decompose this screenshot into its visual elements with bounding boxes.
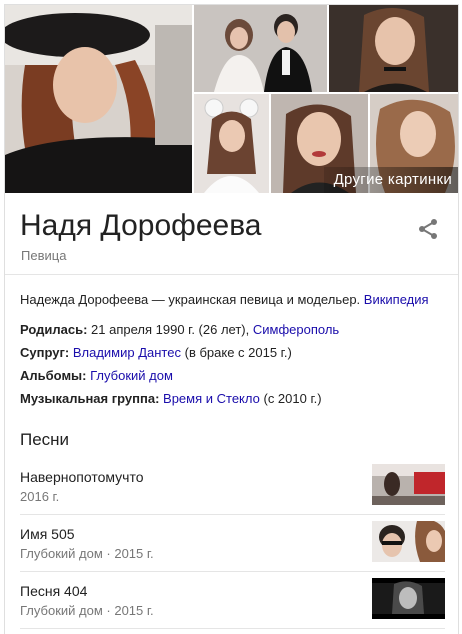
fact-label: Супруг:	[20, 345, 70, 360]
share-icon[interactable]	[416, 217, 440, 241]
album-link[interactable]: Глубокий дом	[90, 368, 173, 383]
song-item[interactable]: Имя 505 Глубокий дом · 2015 г.	[5, 515, 458, 572]
birthplace-link[interactable]: Симферополь	[253, 322, 339, 337]
fact-born: Родилась: 21 апреля 1990 г. (26 лет), Си…	[20, 318, 450, 341]
fact-value: (в браке с 2015 г.)	[184, 345, 292, 360]
song-meta: Глубокий дом · 2015 г.	[20, 603, 154, 618]
song-item[interactable]: Навернопотомучто 2016 г.	[5, 458, 458, 515]
fact-label: Альбомы:	[20, 368, 87, 383]
song-meta: Глубокий дом · 2015 г.	[20, 546, 154, 561]
songs-list: Навернопотомучто 2016 г. Имя 505 Глубоки…	[5, 458, 458, 629]
group-link[interactable]: Время и Стекло	[163, 391, 260, 406]
wikipedia-link[interactable]: Википедия	[364, 292, 429, 307]
photo-mouse-ears[interactable]	[194, 94, 269, 193]
image-mosaic: Другие картинки	[5, 5, 458, 193]
fact-group: Музыкальная группа: Время и Стекло (с 20…	[20, 387, 450, 410]
song-meta: 2016 г.	[20, 489, 60, 504]
song-thumbnail[interactable]	[372, 464, 445, 505]
songs-heading: Песни	[20, 430, 70, 449]
fact-spouse: Супруг: Владимир Дантес (в браке с 2015 …	[20, 341, 450, 364]
page-title: Надя Дорофеева	[20, 209, 262, 242]
photo-main[interactable]	[5, 5, 192, 193]
facts-list: Родилась: 21 апреля 1990 г. (26 лет), Си…	[20, 318, 450, 410]
panel-header: Надя Дорофеева Певица	[5, 193, 458, 275]
song-name: Навернопотомучто	[20, 469, 144, 485]
fact-value: (с 2010 г.)	[263, 391, 322, 406]
song-thumbnail[interactable]	[372, 578, 445, 619]
more-images-link[interactable]: Другие картинки	[323, 167, 458, 193]
fact-label: Родилась:	[20, 322, 88, 337]
entity-subtitle: Певица	[21, 248, 67, 263]
knowledge-panel: Другие картинки Надя Дорофеева Певица На…	[4, 4, 459, 634]
description: Надежда Дорофеева — украинская певица и …	[20, 291, 450, 309]
fact-albums: Альбомы: Глубокий дом	[20, 364, 450, 387]
song-thumbnail[interactable]	[372, 521, 445, 562]
song-name: Песня 404	[20, 583, 88, 599]
photo-wedding[interactable]	[194, 5, 327, 92]
fact-label: Музыкальная группа:	[20, 391, 160, 406]
divider	[20, 628, 445, 629]
description-text: Надежда Дорофеева — украинская певица и …	[20, 292, 361, 307]
song-name: Имя 505	[20, 526, 75, 542]
song-item[interactable]: Песня 404 Глубокий дом · 2015 г.	[5, 572, 458, 629]
spouse-link[interactable]: Владимир Дантес	[73, 345, 181, 360]
fact-value: 21 апреля 1990 г. (26 лет),	[91, 322, 250, 337]
photo-choker[interactable]	[329, 5, 458, 92]
